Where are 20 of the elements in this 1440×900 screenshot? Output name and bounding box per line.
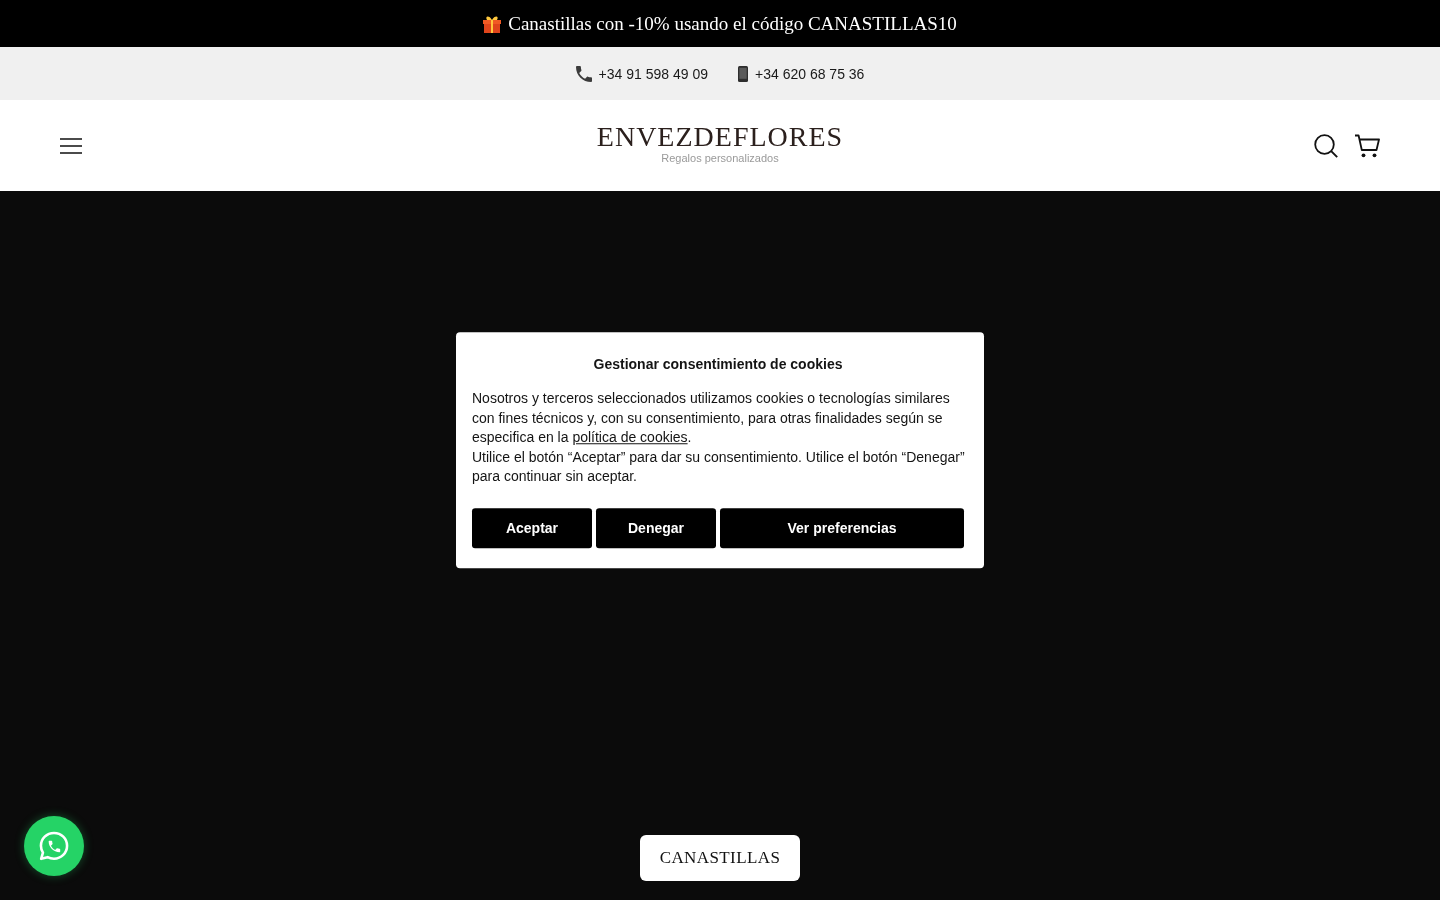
phone-link[interactable]: +34 91 598 49 09 — [575, 65, 708, 82]
dialog-title: Gestionar consentimiento de cookies — [592, 355, 844, 375]
cookie-text: Utilice el botón “Aceptar” para dar su consentimiento. Utilice el botón “Denegar” para continuar sin aceptar. — [472, 447, 966, 487]
announcement-text: Canastillas con -10% usando el código CANASTILLAS10 — [508, 12, 957, 35]
site-logo[interactable]: ENVEZDEFLORES — [596, 122, 844, 152]
logo-tagline: Regalos personalizados — [661, 152, 779, 165]
cookie-text: Nosotros y terceros seleccionados utilizamos cookies o tecnologías similares con fines técnicos y, con su consentimiento, para otras finalidades según se especifica en la política de cookies. — [472, 389, 951, 448]
phone-handset-icon — [575, 65, 592, 82]
menu-icon[interactable] — [60, 137, 82, 154]
consent-button[interactable]: Denegar — [596, 507, 716, 548]
search-icon[interactable] — [1314, 133, 1338, 158]
mobile-phone-icon — [738, 65, 748, 82]
consent-button[interactable]: Ver preferencias — [720, 507, 964, 548]
cart-icon[interactable] — [1354, 133, 1380, 158]
consent-button[interactable]: Aceptar — [472, 507, 592, 548]
phone-bubble-icon — [39, 831, 69, 861]
category-button[interactable]: CANASTILLAS — [639, 835, 801, 881]
gift-icon — [483, 14, 502, 33]
phone-link[interactable]: +34 620 68 75 36 — [738, 65, 865, 82]
cookie-policy-link[interactable]: política de cookies — [572, 429, 688, 446]
